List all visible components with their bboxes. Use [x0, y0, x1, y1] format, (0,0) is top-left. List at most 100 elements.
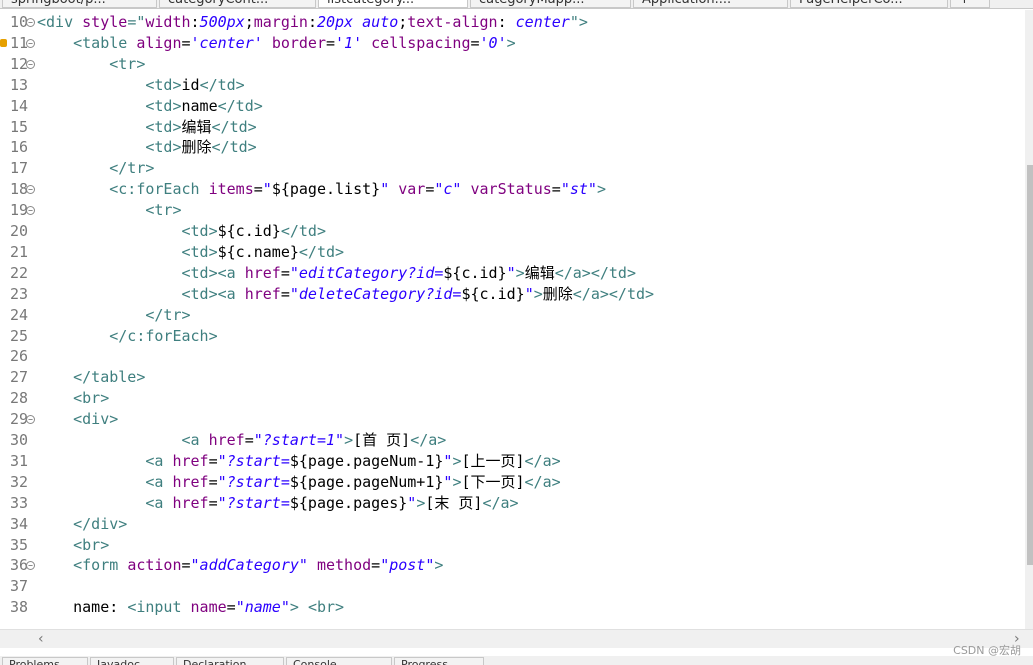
line-number: 19	[9, 201, 28, 220]
code-line[interactable]: 15 <td>编辑</td>	[0, 117, 1025, 138]
editor-tab[interactable]: listcategory...	[318, 0, 468, 8]
bottom-tab[interactable]: Declaration	[176, 657, 284, 665]
code-line[interactable]: 33 <a href="?start=${page.pages}">[末 页]<…	[0, 493, 1025, 514]
bottom-tab[interactable]: Problems	[2, 657, 88, 665]
editor-tab[interactable]: Application....	[633, 0, 788, 8]
vertical-scrollbar[interactable]	[1025, 10, 1033, 630]
token-txt: :	[497, 13, 516, 31]
line-number: 16	[9, 138, 28, 157]
token-txt: 编辑	[181, 117, 212, 136]
code-line[interactable]: 12− <tr>	[0, 54, 1025, 75]
code-line[interactable]: 35 <br>	[0, 535, 1025, 556]
token-tag: <br>	[73, 389, 110, 408]
code-line[interactable]: 37	[0, 576, 1025, 597]
line-number: 13	[9, 75, 28, 94]
code-text: <tr>	[37, 200, 181, 221]
token-attr: width	[145, 13, 191, 31]
token-txt: ;	[244, 13, 254, 31]
fold-toggle-icon[interactable]: −	[26, 59, 35, 69]
code-line[interactable]: 34 </div>	[0, 514, 1025, 535]
token-tag: <td><a	[181, 284, 245, 303]
token-tag: </a></td>	[554, 263, 636, 282]
code-line[interactable]: 23 <td><a href="deleteCategory?id=${c.id…	[0, 284, 1025, 305]
editor-tab[interactable]: categoryCont...	[159, 0, 316, 8]
token-tag: </td>	[280, 222, 326, 240]
token-str: "?start=1"	[253, 431, 345, 449]
code-line[interactable]: 32 <a href="?start=${page.pageNum+1}">[下…	[0, 472, 1025, 493]
token-attr: var	[398, 180, 426, 199]
code-line[interactable]: 18− <c:forEach items="${page.list}" var=…	[0, 179, 1025, 200]
code-line[interactable]: 20 <td>${c.id}</td>	[0, 221, 1025, 242]
fold-toggle-icon[interactable]: −	[26, 206, 35, 216]
code-line[interactable]: 11− <table align='center' border='1' cel…	[0, 33, 1025, 54]
token-tag: <form	[73, 556, 128, 575]
code-line[interactable]: 28 <br>	[0, 388, 1025, 409]
token-attr: href	[208, 431, 245, 449]
code-line[interactable]: 10− <div style="width:500px;margin:20px a…	[0, 12, 1025, 33]
token-tag: </tr>	[145, 305, 191, 324]
code-line[interactable]: 36− <form action="addCategory" method="p…	[0, 555, 1025, 576]
code-line[interactable]: 30 <a href="?start=1">[首 页]</a>	[0, 430, 1025, 451]
code-line[interactable]: 38 name: <input name="name"> <br>	[0, 597, 1025, 618]
code-text: </c:forEach>	[37, 326, 217, 347]
fold-toggle-icon[interactable]: −	[26, 185, 35, 195]
token-txt: [末 页]	[425, 493, 483, 512]
code-text: </table>	[37, 367, 145, 388]
bottom-tab-label: Console	[293, 658, 337, 665]
token-tag: </a>	[524, 451, 561, 470]
editor-tab[interactable]: PageHelperCo...	[790, 0, 948, 8]
code-editor[interactable]: 10− <div style="width:500px;margin:20px a…	[0, 12, 1025, 629]
line-number: 17	[9, 159, 28, 178]
line-number: 35	[9, 535, 28, 554]
token-tag: <c:forEach	[109, 180, 209, 199]
token-tag: <tr>	[109, 54, 146, 73]
token-tag: <br>	[307, 598, 345, 617]
code-line[interactable]: 14 <td>name</td>	[0, 96, 1025, 117]
fold-toggle-icon[interactable]: −	[26, 38, 35, 48]
code-text: <td><a href="editCategory?id=${c.id}">编辑…	[37, 263, 636, 284]
horizontal-scrollbar[interactable]: ‹ ›	[0, 629, 1033, 648]
editor-tab[interactable]: ↑	[950, 0, 990, 8]
token-tag: <td>	[145, 138, 182, 157]
bottom-tab[interactable]: Javadoc	[90, 657, 174, 665]
token-attr: text-align	[407, 13, 498, 31]
token-str: "addCategory"	[190, 556, 308, 575]
code-text: <td>${c.id}</td>	[37, 221, 327, 242]
token-str: center	[515, 13, 570, 31]
fold-toggle-icon[interactable]: −	[26, 561, 35, 571]
code-line[interactable]: 31 <a href="?start=${page.pageNum-1}">[上…	[0, 451, 1025, 472]
code-line[interactable]: 21 <td>${c.name}</td>	[0, 242, 1025, 263]
code-line[interactable]: 19− <tr>	[0, 200, 1025, 221]
bottom-tab[interactable]: Console	[286, 657, 392, 665]
token-str: "?start=	[217, 493, 290, 512]
code-line[interactable]: 29− <div>	[0, 409, 1025, 430]
code-line[interactable]: 13 <td>id</td>	[0, 75, 1025, 96]
editor-tab[interactable]: categoryMapp...	[470, 0, 631, 8]
line-number: 23	[9, 284, 28, 303]
fold-toggle-icon[interactable]: −	[26, 18, 35, 27]
token-txt: id	[181, 75, 200, 94]
code-line[interactable]: 16 <td>删除</td>	[0, 137, 1025, 158]
token-tag: <a	[145, 493, 173, 512]
vertical-scrollbar-thumb[interactable]	[1027, 165, 1033, 565]
token-tag: </a></td>	[572, 284, 655, 303]
token-str: 20px auto	[316, 13, 399, 31]
bottom-tab[interactable]: Progress	[394, 657, 484, 665]
editor-tab[interactable]: springboot/p...	[2, 0, 157, 8]
code-line[interactable]: 22 <td><a href="editCategory?id=${c.id}"…	[0, 263, 1025, 284]
code-line[interactable]: 25 </c:forEach>	[0, 326, 1025, 347]
scroll-left-icon[interactable]: ‹	[38, 630, 44, 648]
code-line[interactable]: 17 </tr>	[0, 158, 1025, 179]
code-line[interactable]: 27 </table>	[0, 367, 1025, 388]
token-txt: 编辑	[524, 263, 555, 282]
fold-toggle-icon[interactable]: −	[26, 415, 35, 425]
code-line[interactable]: 24 </tr>	[0, 305, 1025, 326]
code-line[interactable]: 26	[0, 346, 1025, 367]
